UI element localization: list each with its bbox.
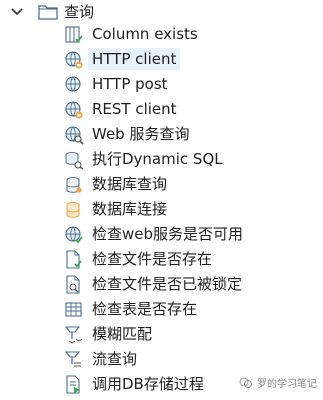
tree-item-label: 检查文件是否存在	[92, 250, 213, 268]
tree-item-label: 调用DB存储过程	[92, 375, 204, 393]
stream-lookup-icon	[64, 351, 81, 367]
tree-item[interactable]: REST client	[0, 97, 323, 122]
globe-lock-icon	[65, 51, 83, 69]
db-procedure-icon	[66, 375, 80, 394]
tree-item-label: HTTP post	[92, 75, 168, 93]
tree-item-label: 检查表是否存在	[92, 300, 198, 318]
tree-item-label: HTTP client	[92, 50, 177, 68]
tree-item[interactable]: 检查web服务是否可用	[0, 222, 323, 247]
tree-item[interactable]: 执行Dynamic SQL	[0, 147, 323, 172]
globe-lock-icon	[65, 101, 83, 119]
tree-item-label: 数据库查询	[92, 175, 168, 193]
step-tree: 查询 Column exists HTTP client HTTP post R…	[0, 0, 323, 400]
tree-item-label: 检查文件是否已被锁定	[92, 275, 243, 293]
tree-item[interactable]: 流查询	[0, 347, 323, 372]
globe-icon	[65, 76, 81, 92]
tree-item[interactable]: Web 服务查询	[0, 122, 323, 147]
tree-item[interactable]: 数据库连接	[0, 197, 323, 222]
file-lock-icon	[66, 275, 80, 294]
tree-item[interactable]: HTTP client	[0, 47, 323, 72]
globe-check-icon	[65, 226, 83, 244]
tree-item-label: REST client	[92, 100, 177, 118]
sql-dynamic-icon	[65, 152, 84, 170]
watermark: 罗的学习笔记	[239, 375, 317, 390]
file-check-icon	[66, 250, 82, 269]
folder-label: 查询	[64, 3, 95, 21]
tree-item[interactable]: 检查表是否存在	[0, 297, 323, 322]
tree-item-label: Web 服务查询	[92, 125, 190, 143]
tree-item[interactable]: Column exists	[0, 22, 323, 47]
fuzzy-match-icon	[64, 326, 83, 344]
database-link-icon	[66, 202, 80, 218]
tree-item[interactable]: HTTP post	[0, 72, 323, 97]
wechat-icon	[239, 377, 252, 388]
tree-item-label: Column exists	[92, 25, 198, 43]
tree-item-label: 数据库连接	[92, 200, 168, 218]
database-search-icon	[66, 177, 82, 193]
tree-item-label: 流查询	[92, 350, 138, 368]
tree-item-label: 执行Dynamic SQL	[92, 150, 223, 168]
chevron-down-icon[interactable]	[9, 4, 25, 20]
folder-icon	[38, 5, 58, 20]
tree-item[interactable]: 检查文件是否已被锁定	[0, 272, 323, 297]
tree-item-label: 模糊匹配	[92, 325, 153, 343]
tree-item[interactable]: 检查文件是否存在	[0, 247, 323, 272]
watermark-text: 罗的学习笔记	[257, 379, 317, 390]
table-check-icon	[65, 302, 82, 317]
globe-search-icon	[65, 126, 84, 145]
tree-item[interactable]: 数据库查询	[0, 172, 323, 197]
column-check-icon	[65, 26, 83, 43]
tree-item[interactable]: 模糊匹配	[0, 322, 323, 347]
tree-item-label: 检查web服务是否可用	[92, 225, 244, 243]
